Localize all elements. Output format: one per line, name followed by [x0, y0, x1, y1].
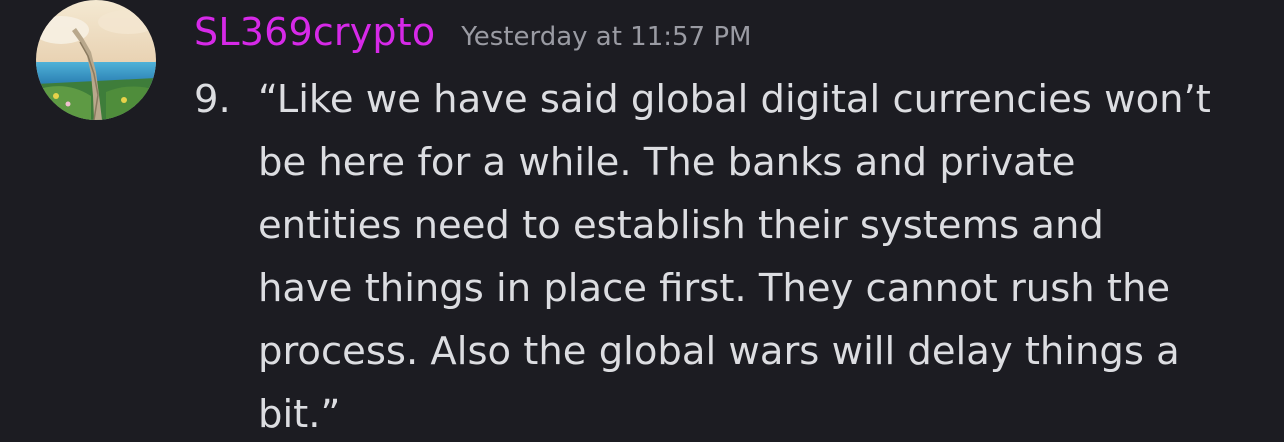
message-line: entities need to establish their systems… [258, 203, 1104, 248]
message-body: 9. “Like we have said global digital cur… [194, 68, 1264, 442]
message-line: bit.” [258, 392, 341, 437]
username[interactable]: SL369crypto [194, 10, 435, 54]
message-line: “Like we have said global digital curren… [258, 77, 1211, 122]
message-content: “Like we have said global digital curren… [258, 68, 1258, 442]
message-header: SL369crypto Yesterday at 11:57 PM [194, 10, 751, 62]
avatar-image [36, 0, 156, 120]
timestamp[interactable]: Yesterday at 11:57 PM [461, 22, 751, 52]
chat-message: SL369crypto Yesterday at 11:57 PM 9. “Li… [0, 0, 1284, 442]
message-line: be here for a while. The banks and priva… [258, 140, 1076, 185]
list-number: 9. [194, 77, 231, 122]
avatar[interactable] [36, 0, 156, 120]
message-line: have things in place first. They cannot … [258, 266, 1171, 311]
message-line: process. Also the global wars will delay… [258, 329, 1180, 374]
